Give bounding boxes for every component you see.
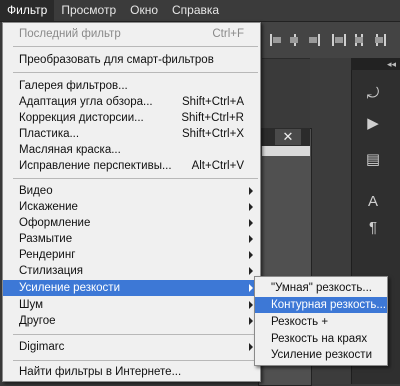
collapse-panels-button[interactable]: ◂◂ bbox=[351, 58, 400, 70]
menu-separator bbox=[13, 46, 258, 47]
align-left-icon[interactable] bbox=[270, 34, 284, 46]
layers-icon[interactable]: ▤ bbox=[360, 148, 386, 172]
menubar: Фильтр Просмотр Окно Справка bbox=[0, 0, 400, 22]
submenu-arrow-icon bbox=[249, 219, 253, 227]
submenu-arrow-icon bbox=[249, 251, 253, 259]
submenu-arrow-icon bbox=[249, 267, 253, 275]
sharpen-submenu: "Умная" резкость... Контурная резкость..… bbox=[254, 276, 388, 366]
menu-item-convert-smart-filters[interactable]: Преобразовать для смарт-фильтров bbox=[3, 52, 260, 68]
menu-separator bbox=[13, 178, 258, 179]
menu-item-browse-filters-online[interactable]: Найти фильтры в Интернете... bbox=[3, 364, 260, 380]
submenu-item-sharpen[interactable]: Усиление резкости bbox=[255, 347, 387, 363]
submenu-item-sharpen-more[interactable]: Резкость + bbox=[255, 314, 387, 330]
menu-item-noise[interactable]: Шум bbox=[3, 297, 260, 313]
menu-separator bbox=[13, 72, 258, 73]
menu-filter[interactable]: Фильтр bbox=[0, 0, 55, 21]
menu-item-filter-gallery[interactable]: Галерея фильтров... bbox=[3, 78, 260, 94]
submenu-item-smart-sharpen[interactable]: "Умная" резкость... bbox=[255, 280, 387, 296]
menu-separator bbox=[13, 334, 258, 335]
play-action-icon[interactable]: ▶ bbox=[360, 112, 386, 136]
menu-item-digimarc[interactable]: Digimarc bbox=[3, 339, 260, 355]
align-center-icon[interactable] bbox=[288, 34, 302, 46]
menu-item-render[interactable]: Рендеринг bbox=[3, 247, 260, 263]
menu-item-blur[interactable]: Размытие bbox=[3, 231, 260, 247]
menu-item-stylize[interactable]: Стилизация bbox=[3, 263, 260, 279]
history-icon[interactable]: ⤾ bbox=[360, 82, 386, 106]
paragraph-icon[interactable]: ¶ bbox=[360, 216, 386, 240]
menu-item-distort[interactable]: Искажение bbox=[3, 199, 260, 215]
submenu-arrow-icon bbox=[249, 203, 253, 211]
menu-item-lens-correction[interactable]: Коррекция дисторсии... Shift+Ctrl+R bbox=[3, 110, 260, 126]
ruler bbox=[262, 146, 310, 156]
menu-item-liquify[interactable]: Пластика... Shift+Ctrl+X bbox=[3, 126, 260, 142]
menu-window[interactable]: Окно bbox=[123, 0, 165, 21]
submenu-item-sharpen-edges[interactable]: Резкость на краях bbox=[255, 331, 387, 347]
distribute-right-icon[interactable] bbox=[372, 34, 386, 46]
character-icon[interactable]: A bbox=[360, 190, 386, 214]
submenu-arrow-icon bbox=[249, 284, 253, 292]
distribute-center-icon[interactable] bbox=[352, 34, 366, 46]
menu-item-vanishing-point[interactable]: Исправление перспективы... Alt+Ctrl+V bbox=[3, 158, 260, 174]
distribute-left-icon[interactable] bbox=[332, 34, 346, 46]
close-icon[interactable]: ✕ bbox=[275, 129, 301, 145]
menu-view[interactable]: Просмотр bbox=[54, 0, 123, 21]
submenu-arrow-icon bbox=[249, 187, 253, 195]
options-bar bbox=[262, 22, 400, 59]
submenu-arrow-icon bbox=[249, 235, 253, 243]
menu-item-video[interactable]: Видео bbox=[3, 183, 260, 199]
menu-item-other[interactable]: Другое bbox=[3, 313, 260, 329]
menu-item-oil-paint[interactable]: Масляная краска... bbox=[3, 142, 260, 158]
align-right-icon[interactable] bbox=[306, 34, 320, 46]
submenu-arrow-icon bbox=[249, 301, 253, 309]
menu-item-sharpen[interactable]: Усиление резкости bbox=[3, 280, 260, 296]
menu-item-render-style[interactable]: Оформление bbox=[3, 215, 260, 231]
submenu-item-unsharp-mask[interactable]: Контурная резкость... bbox=[255, 297, 387, 313]
menu-separator bbox=[13, 360, 258, 361]
submenu-arrow-icon bbox=[249, 317, 253, 325]
submenu-arrow-icon bbox=[249, 343, 253, 351]
menu-item-adaptive-wide-angle[interactable]: Адаптация угла обзора... Shift+Ctrl+A bbox=[3, 94, 260, 110]
menu-help[interactable]: Справка bbox=[165, 0, 226, 21]
menu-item-last-filter: Последний фильтр Ctrl+F bbox=[19, 28, 244, 40]
filter-menu: Последний фильтр Ctrl+F Преобразовать дл… bbox=[2, 22, 261, 382]
